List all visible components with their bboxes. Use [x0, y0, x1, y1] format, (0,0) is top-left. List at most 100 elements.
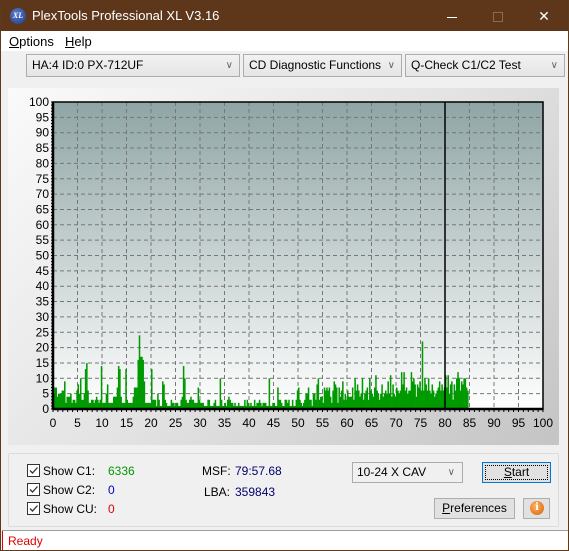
y-tick-label: 20 — [36, 341, 50, 355]
menu-help-rest: elp — [74, 34, 92, 49]
checkbox-checked-icon — [27, 502, 40, 515]
show-cu-label: Show CU: — [43, 502, 98, 516]
x-tick-label: 60 — [340, 416, 354, 430]
maximize-button[interactable] — [475, 1, 521, 31]
y-tick-label: 95 — [36, 110, 50, 124]
drive-select-value: HA:4 ID:0 PX-712UF — [32, 58, 144, 72]
test-select-value: Q-Check C1/C2 Test — [411, 58, 521, 72]
speed-select-value: 10-24 X CAV — [357, 465, 427, 479]
menu-options-rest: ptions — [19, 34, 54, 49]
function-select[interactable]: CD Diagnostic Functions ∨ — [243, 54, 402, 77]
y-tick-label: 10 — [36, 371, 50, 385]
c2-count: 0 — [108, 483, 115, 497]
x-tick-label: 70 — [389, 416, 403, 430]
x-tick-label: 15 — [120, 416, 134, 430]
close-icon: ✕ — [538, 8, 550, 24]
y-tick-label: 5 — [42, 387, 49, 401]
chevron-down-icon: ∨ — [387, 60, 395, 71]
x-tick-label: 35 — [218, 416, 232, 430]
x-tick-label: 20 — [144, 416, 158, 430]
title-bar[interactable]: XL PlexTools Professional XL V3.16 ✕ — [1, 1, 568, 31]
y-tick-label: 90 — [36, 126, 50, 140]
preferences-accel: P — [442, 501, 451, 515]
menu-help-accel: H — [65, 34, 75, 49]
minimize-icon — [447, 16, 457, 18]
y-tick-label: 45 — [36, 264, 50, 278]
x-tick-label: 30 — [193, 416, 207, 430]
x-tick-label: 85 — [463, 416, 477, 430]
status-text: Ready — [8, 534, 43, 548]
y-tick-label: 75 — [36, 172, 50, 186]
drive-select[interactable]: HA:4 ID:0 PX-712UF ∨ — [26, 54, 240, 77]
c1-bar — [100, 366, 103, 409]
toolbar: HA:4 ID:0 PX-712UF ∨ CD Diagnostic Funct… — [1, 51, 568, 80]
close-button[interactable]: ✕ — [521, 1, 567, 31]
lba-label: LBA: — [204, 485, 231, 499]
preferences-label: references — [450, 501, 507, 515]
c1-bar — [467, 390, 469, 409]
status-bar: Ready — [2, 530, 568, 550]
chevron-down-icon: ∨ — [550, 60, 558, 71]
msf-value: 79:57.68 — [235, 464, 282, 478]
msf-label: MSF: — [202, 464, 231, 478]
x-tick-label: 5 — [74, 416, 81, 430]
info-button[interactable]: i — [523, 498, 550, 519]
checkbox-checked-icon — [27, 464, 40, 477]
maximize-icon — [493, 12, 503, 23]
focus-rect — [485, 465, 548, 480]
y-tick-label: 25 — [36, 325, 50, 339]
test-select[interactable]: Q-Check C1/C2 Test ∨ — [405, 54, 565, 77]
y-tick-label: 15 — [36, 356, 50, 370]
start-button[interactable]: Start — [482, 462, 551, 483]
y-tick-label: 0 — [42, 402, 49, 416]
y-tick-label: 50 — [36, 249, 50, 263]
x-tick-label: 25 — [169, 416, 183, 430]
info-icon: i — [530, 501, 544, 515]
speed-select[interactable]: 10-24 X CAV ∨ — [352, 462, 463, 483]
x-tick-label: 80 — [438, 416, 452, 430]
y-tick-label: 80 — [36, 156, 50, 170]
c1-c2-chart: 0510152025303540455055606570758085909510… — [29, 95, 553, 430]
menu-bar: Options Help — [1, 31, 568, 51]
y-tick-label: 85 — [36, 141, 50, 155]
y-tick-label: 35 — [36, 295, 50, 309]
menu-options[interactable]: Options — [9, 34, 54, 49]
menu-help[interactable]: Help — [65, 34, 92, 49]
x-tick-label: 65 — [365, 416, 379, 430]
cu-count: 0 — [108, 502, 115, 516]
x-tick-label: 40 — [242, 416, 256, 430]
function-select-value: CD Diagnostic Functions — [249, 58, 382, 72]
c1-bar — [268, 378, 271, 409]
app-window: XL PlexTools Professional XL V3.16 ✕ Opt… — [0, 0, 569, 551]
show-c1-label: Show C1: — [43, 464, 96, 478]
minimize-button[interactable] — [429, 1, 475, 31]
y-tick-label: 70 — [36, 187, 50, 201]
app-logo-icon: XL — [10, 8, 26, 24]
y-tick-label: 100 — [29, 95, 49, 109]
x-tick-label: 75 — [414, 416, 428, 430]
x-tick-label: 50 — [291, 416, 305, 430]
y-tick-label: 30 — [36, 310, 50, 324]
x-tick-label: 95 — [512, 416, 526, 430]
window-title: PlexTools Professional XL V3.16 — [32, 8, 220, 23]
y-tick-label: 60 — [36, 218, 50, 232]
chevron-down-icon: ∨ — [225, 60, 233, 71]
preferences-button[interactable]: Preferences — [434, 498, 515, 519]
lba-value: 359843 — [235, 485, 276, 499]
chart-panel: 0 5 10 15 20 25 30 35 40 45 50 55 60 65 70 75 80 85 90 95 10… — [8, 88, 559, 445]
y-tick-label: 65 — [36, 202, 50, 216]
x-tick-label: 10 — [95, 416, 109, 430]
chevron-down-icon: ∨ — [447, 467, 455, 478]
x-tick-label: 55 — [316, 416, 330, 430]
y-tick-label: 55 — [36, 233, 50, 247]
y-tick-label: 40 — [36, 279, 50, 293]
menu-options-accel: O — [9, 34, 20, 49]
checkbox-checked-icon — [27, 483, 40, 496]
x-tick-label: 0 — [50, 416, 57, 430]
x-tick-label: 100 — [533, 416, 553, 430]
status-indicator — [2, 531, 3, 550]
show-c2-label: Show C2: — [43, 483, 96, 497]
x-tick-label: 45 — [267, 416, 281, 430]
c1-count: 6336 — [108, 464, 135, 478]
x-tick-label: 90 — [487, 416, 501, 430]
